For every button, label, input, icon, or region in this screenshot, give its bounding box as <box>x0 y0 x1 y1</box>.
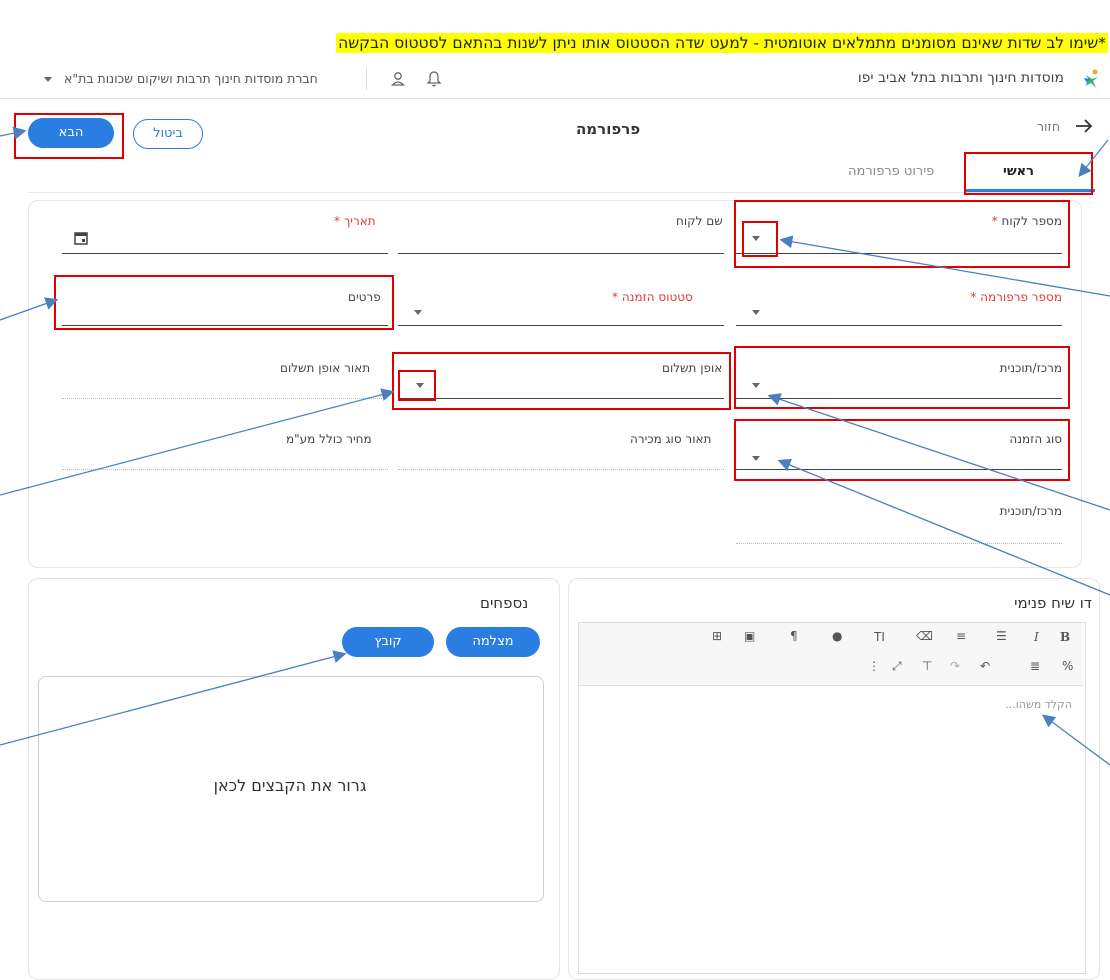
price-incl-vat-label: מחיר כולל מע"מ <box>286 432 372 446</box>
back-arrow-icon[interactable] <box>1074 118 1094 134</box>
dropzone-text: גרור את הקבצים לכאן <box>213 776 367 795</box>
proforma-number-label: מספר פרפורמה * <box>970 290 1062 304</box>
text-color-icon[interactable]: ● <box>832 629 842 643</box>
order-status-field[interactable] <box>398 325 724 326</box>
editor-toolbar <box>579 623 1083 686</box>
eraser-icon[interactable]: ⌫ <box>916 629 933 643</box>
bold-icon[interactable]: B <box>1060 630 1070 644</box>
align-icon[interactable]: ≣ <box>1030 659 1040 673</box>
bell-icon[interactable] <box>426 70 442 88</box>
customer-name-label: שם לקוח <box>676 214 723 228</box>
org-dropdown-icon[interactable] <box>44 77 52 82</box>
note-banner: *שימו לב שדות שאינם מסומנים מתמלאים אוטו… <box>336 33 1108 53</box>
annotation-box-order-type <box>734 419 1070 481</box>
fullscreen-icon[interactable]: ⤢ <box>892 659 902 674</box>
top-bar: מוסדות חינוך ותרבות בתל אביב יפו חברת מו… <box>0 60 1110 99</box>
divider <box>366 68 367 90</box>
sale-type-desc-label: תאור סוג מכירה <box>630 432 712 446</box>
editor-placeholder[interactable]: הקלד משהו... <box>1005 698 1072 711</box>
payment-method-desc-label: תאור אופן תשלום <box>280 361 371 375</box>
file-button[interactable]: קובץ <box>342 627 434 657</box>
proforma-number-dropdown-icon[interactable] <box>752 310 760 315</box>
user-icon[interactable] <box>390 70 406 88</box>
bullet-list-icon[interactable]: ☰ <box>996 629 1007 643</box>
app-logo[interactable] <box>1080 67 1104 91</box>
center-program-2-field <box>736 543 1062 545</box>
annotation-box-payment-method <box>392 352 731 410</box>
annotation-box-customer-dropdown <box>742 221 778 257</box>
redo-icon[interactable]: ↷ <box>950 659 960 673</box>
numbered-list-icon[interactable]: ≡ <box>956 629 966 643</box>
annotation-box-details <box>54 275 394 330</box>
cancel-button[interactable]: ביטול <box>133 119 203 149</box>
table-icon[interactable]: ⊞ <box>712 629 722 643</box>
more-icon[interactable]: ⋮ <box>868 659 880 673</box>
customer-name-field[interactable] <box>398 253 724 254</box>
annotation-box-next <box>14 113 124 159</box>
format-painter-icon[interactable]: ⊤ <box>922 659 932 673</box>
date-label: תאריך * <box>334 214 376 228</box>
app-title: מוסדות חינוך ותרבות בתל אביב יפו <box>857 70 1064 86</box>
link-icon[interactable]: % <box>1062 659 1073 673</box>
calendar-icon[interactable] <box>74 230 88 245</box>
payment-method-desc-field <box>62 398 388 400</box>
back-label[interactable]: חזור <box>1037 119 1060 134</box>
internal-chat-title: דו שיח פנימי <box>1014 594 1092 612</box>
order-status-dropdown-icon[interactable] <box>414 310 422 315</box>
page-title: פרפורמה <box>576 120 641 138</box>
text-size-icon[interactable]: TI <box>874 630 885 644</box>
price-incl-vat-field <box>62 469 388 471</box>
annotation-box-payment-dropdown <box>398 370 436 401</box>
attachments-title: נספחים <box>480 594 529 612</box>
sale-type-desc-field <box>398 469 724 471</box>
undo-icon[interactable]: ↶ <box>980 659 990 673</box>
camera-button[interactable]: מצלמה <box>446 627 540 657</box>
tab-proforma-details[interactable]: פירוט פרפורמה <box>848 164 934 179</box>
tabs-divider <box>28 192 1094 193</box>
italic-icon[interactable]: I <box>1034 630 1039 644</box>
order-status-label: סטטוס הזמנה * <box>612 290 693 304</box>
paragraph-icon[interactable]: ¶ <box>790 629 798 643</box>
annotation-box-customer-number <box>734 200 1070 268</box>
image-icon[interactable]: ▣ <box>744 629 755 643</box>
annotation-box-center-program <box>734 346 1070 409</box>
center-program-2-label: מרכז/תוכנית <box>999 504 1062 518</box>
date-field[interactable] <box>62 253 388 254</box>
annotation-box-tab <box>964 152 1093 195</box>
org-name[interactable]: חברת מוסדות חינוך תרבות ושיקום שכונות בת… <box>64 71 318 86</box>
proforma-number-field[interactable] <box>736 325 1062 326</box>
